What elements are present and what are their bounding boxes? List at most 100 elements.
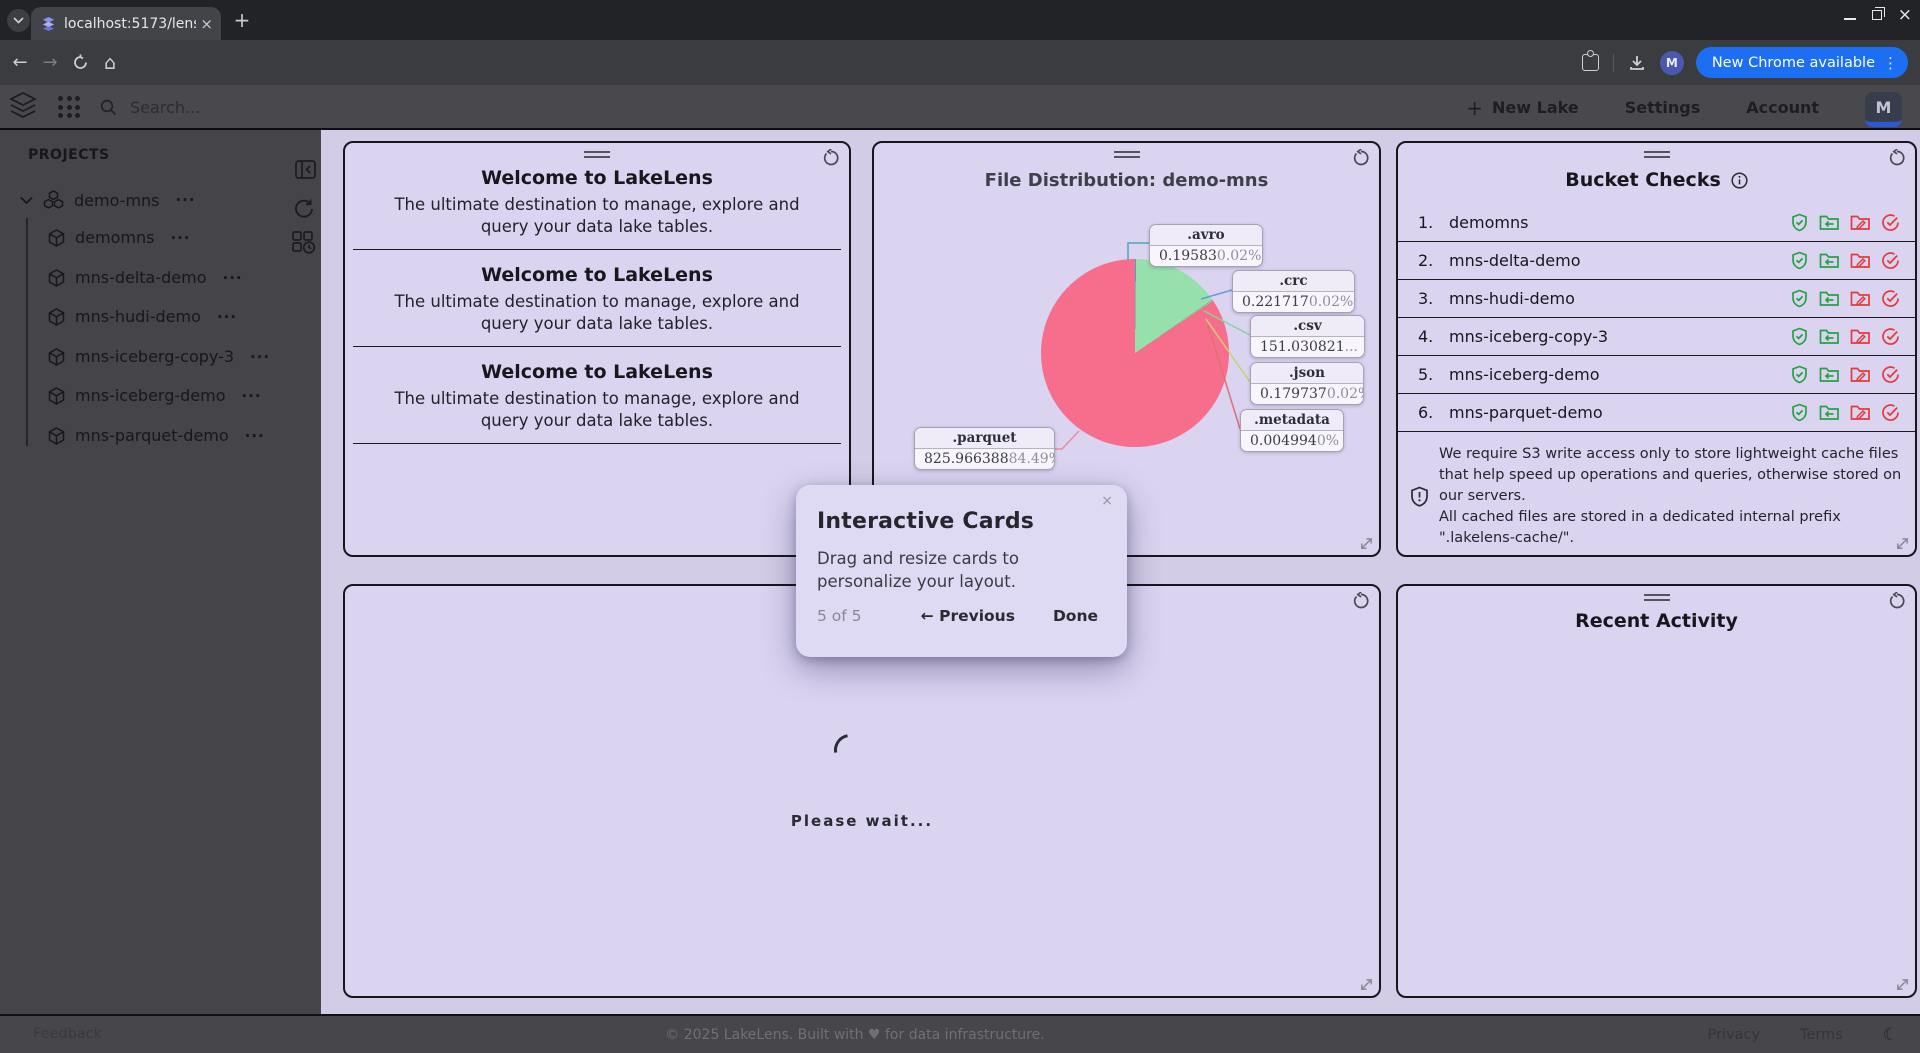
lake-name[interactable]: mns-iceberg-copy-3 <box>75 347 234 366</box>
reset-card-icon[interactable] <box>822 149 840 167</box>
lake-name[interactable]: mns-iceberg-demo <box>75 386 226 405</box>
resize-handle-icon[interactable] <box>1359 977 1374 992</box>
bucket-row[interactable]: 3. mns-hudi-demo <box>1398 280 1915 318</box>
shield-check-icon[interactable] <box>1790 365 1809 384</box>
close-icon[interactable]: × <box>1101 493 1113 509</box>
browser-tab[interactable]: localhost:5173/lens/dash × <box>31 7 221 40</box>
sidebar-item-lake[interactable]: mns-iceberg-copy-3 ··· <box>48 347 270 366</box>
circle-check-icon[interactable] <box>1881 289 1900 308</box>
folder-read-icon[interactable] <box>1819 403 1840 422</box>
drag-handle-icon[interactable] <box>1644 594 1670 601</box>
pie-label-metadata[interactable]: .metadata 0.0049940% <box>1240 409 1344 452</box>
bucket-row[interactable]: 6. mns-parquet-demo <box>1398 394 1915 432</box>
tab-close-icon[interactable]: × <box>200 15 213 33</box>
new-lake-button[interactable]: + New Lake <box>1466 96 1578 120</box>
pie-label-avro[interactable]: .avro 0.195830.02% <box>1149 224 1263 267</box>
sidebar-item-lake[interactable]: mns-parquet-demo ··· <box>48 426 265 445</box>
more-options-icon[interactable]: ··· <box>245 427 265 445</box>
circle-check-icon[interactable] <box>1881 365 1900 384</box>
folder-read-icon[interactable] <box>1819 213 1840 232</box>
search-input[interactable]: Search... <box>100 93 200 121</box>
drag-handle-icon[interactable] <box>1644 151 1670 158</box>
lake-name[interactable]: mns-hudi-demo <box>75 307 201 326</box>
resize-handle-icon[interactable] <box>1359 536 1374 551</box>
circle-check-icon[interactable] <box>1881 327 1900 346</box>
lake-name[interactable]: mns-parquet-demo <box>75 426 229 445</box>
more-options-icon[interactable]: ··· <box>176 191 196 209</box>
window-restore-button[interactable] <box>1872 10 1882 20</box>
more-options-icon[interactable]: ··· <box>170 229 190 247</box>
pie-label-json[interactable]: .json 0.1797370.02% <box>1250 362 1364 405</box>
dark-mode-toggle-icon[interactable]: ☾ <box>1883 1025 1898 1045</box>
folder-read-icon[interactable] <box>1819 289 1840 308</box>
resize-handle-icon[interactable] <box>1895 977 1910 992</box>
feedback-link[interactable]: Feedback <box>33 1026 102 1042</box>
more-options-icon[interactable]: ··· <box>242 387 262 405</box>
window-close-button[interactable]: × <box>1898 8 1912 22</box>
table-history-icon[interactable] <box>292 231 317 254</box>
sidebar-item-lake[interactable]: mns-iceberg-demo ··· <box>48 386 262 405</box>
lake-name[interactable]: mns-delta-demo <box>75 268 207 287</box>
browser-menu-icon[interactable]: ⋮ <box>1883 54 1898 72</box>
downloads-icon[interactable] <box>1628 54 1646 72</box>
tab-search-button[interactable] <box>7 9 30 32</box>
reload-button[interactable] <box>66 40 94 85</box>
privacy-link[interactable]: Privacy <box>1708 1027 1761 1043</box>
window-minimize-button[interactable] <box>1844 18 1856 20</box>
bucket-row[interactable]: 2. mns-delta-demo <box>1398 242 1915 280</box>
forward-button[interactable]: → <box>36 40 64 85</box>
bucket-row[interactable]: 5. mns-iceberg-demo <box>1398 356 1915 394</box>
done-button[interactable]: Done <box>1053 607 1098 625</box>
folder-read-icon[interactable] <box>1819 365 1840 384</box>
more-options-icon[interactable]: ··· <box>250 348 270 366</box>
lake-name[interactable]: demomns <box>75 228 154 247</box>
folder-write-icon[interactable] <box>1850 403 1871 422</box>
shield-check-icon[interactable] <box>1790 289 1809 308</box>
sidebar-item-lake[interactable]: demomns ··· <box>48 228 191 247</box>
bucket-row[interactable]: 1. demomns <box>1398 204 1915 242</box>
previous-button[interactable]: ← Previous <box>921 607 1015 625</box>
new-tab-button[interactable]: + <box>230 8 254 32</box>
refresh-project-icon[interactable] <box>293 198 315 220</box>
back-button[interactable]: ← <box>6 40 34 85</box>
sidebar-item-lake[interactable]: mns-delta-demo ··· <box>48 268 243 287</box>
folder-write-icon[interactable] <box>1850 365 1871 384</box>
folder-read-icon[interactable] <box>1819 251 1840 270</box>
drag-handle-icon[interactable] <box>584 151 610 158</box>
circle-check-icon[interactable] <box>1881 403 1900 422</box>
account-avatar[interactable]: M <box>1865 92 1902 127</box>
pie-label-crc[interactable]: .crc 0.2217170.02% <box>1232 270 1355 313</box>
sidebar-project-demo-mns[interactable]: demo-mns ··· <box>20 190 196 210</box>
browser-profile-avatar[interactable]: M <box>1660 51 1684 75</box>
circle-check-icon[interactable] <box>1881 251 1900 270</box>
pie-label-csv[interactable]: .csv 151.030821... <box>1250 315 1365 358</box>
home-button[interactable]: ⌂ <box>96 40 124 85</box>
folder-read-icon[interactable] <box>1819 327 1840 346</box>
info-icon[interactable] <box>1731 172 1748 189</box>
expander-chevron-icon[interactable] <box>20 196 33 205</box>
reset-card-icon[interactable] <box>1888 149 1906 167</box>
folder-write-icon[interactable] <box>1850 213 1871 232</box>
pie-label-parquet[interactable]: .parquet 825.96638884.49% <box>914 427 1055 470</box>
folder-write-icon[interactable] <box>1850 327 1871 346</box>
reset-card-icon[interactable] <box>1352 592 1370 610</box>
collapse-sidebar-icon[interactable] <box>295 160 316 179</box>
bucket-row[interactable]: 4. mns-iceberg-copy-3 <box>1398 318 1915 356</box>
folder-write-icon[interactable] <box>1850 251 1871 270</box>
apps-grid-icon[interactable] <box>58 96 81 119</box>
shield-check-icon[interactable] <box>1790 327 1809 346</box>
terms-link[interactable]: Terms <box>1800 1027 1843 1043</box>
chrome-update-button[interactable]: New Chrome available ⋮ <box>1696 47 1908 78</box>
sidebar-item-lake[interactable]: mns-hudi-demo ··· <box>48 307 237 326</box>
shield-check-icon[interactable] <box>1790 251 1809 270</box>
project-name[interactable]: demo-mns <box>74 191 160 210</box>
more-options-icon[interactable]: ··· <box>217 308 237 326</box>
resize-handle-icon[interactable] <box>1895 536 1910 551</box>
shield-check-icon[interactable] <box>1790 213 1809 232</box>
app-logo-icon[interactable] <box>8 91 38 123</box>
more-options-icon[interactable]: ··· <box>223 269 243 287</box>
extensions-icon[interactable] <box>1582 54 1599 71</box>
shield-check-icon[interactable] <box>1790 403 1809 422</box>
account-button[interactable]: Account <box>1746 98 1819 117</box>
folder-write-icon[interactable] <box>1850 289 1871 308</box>
